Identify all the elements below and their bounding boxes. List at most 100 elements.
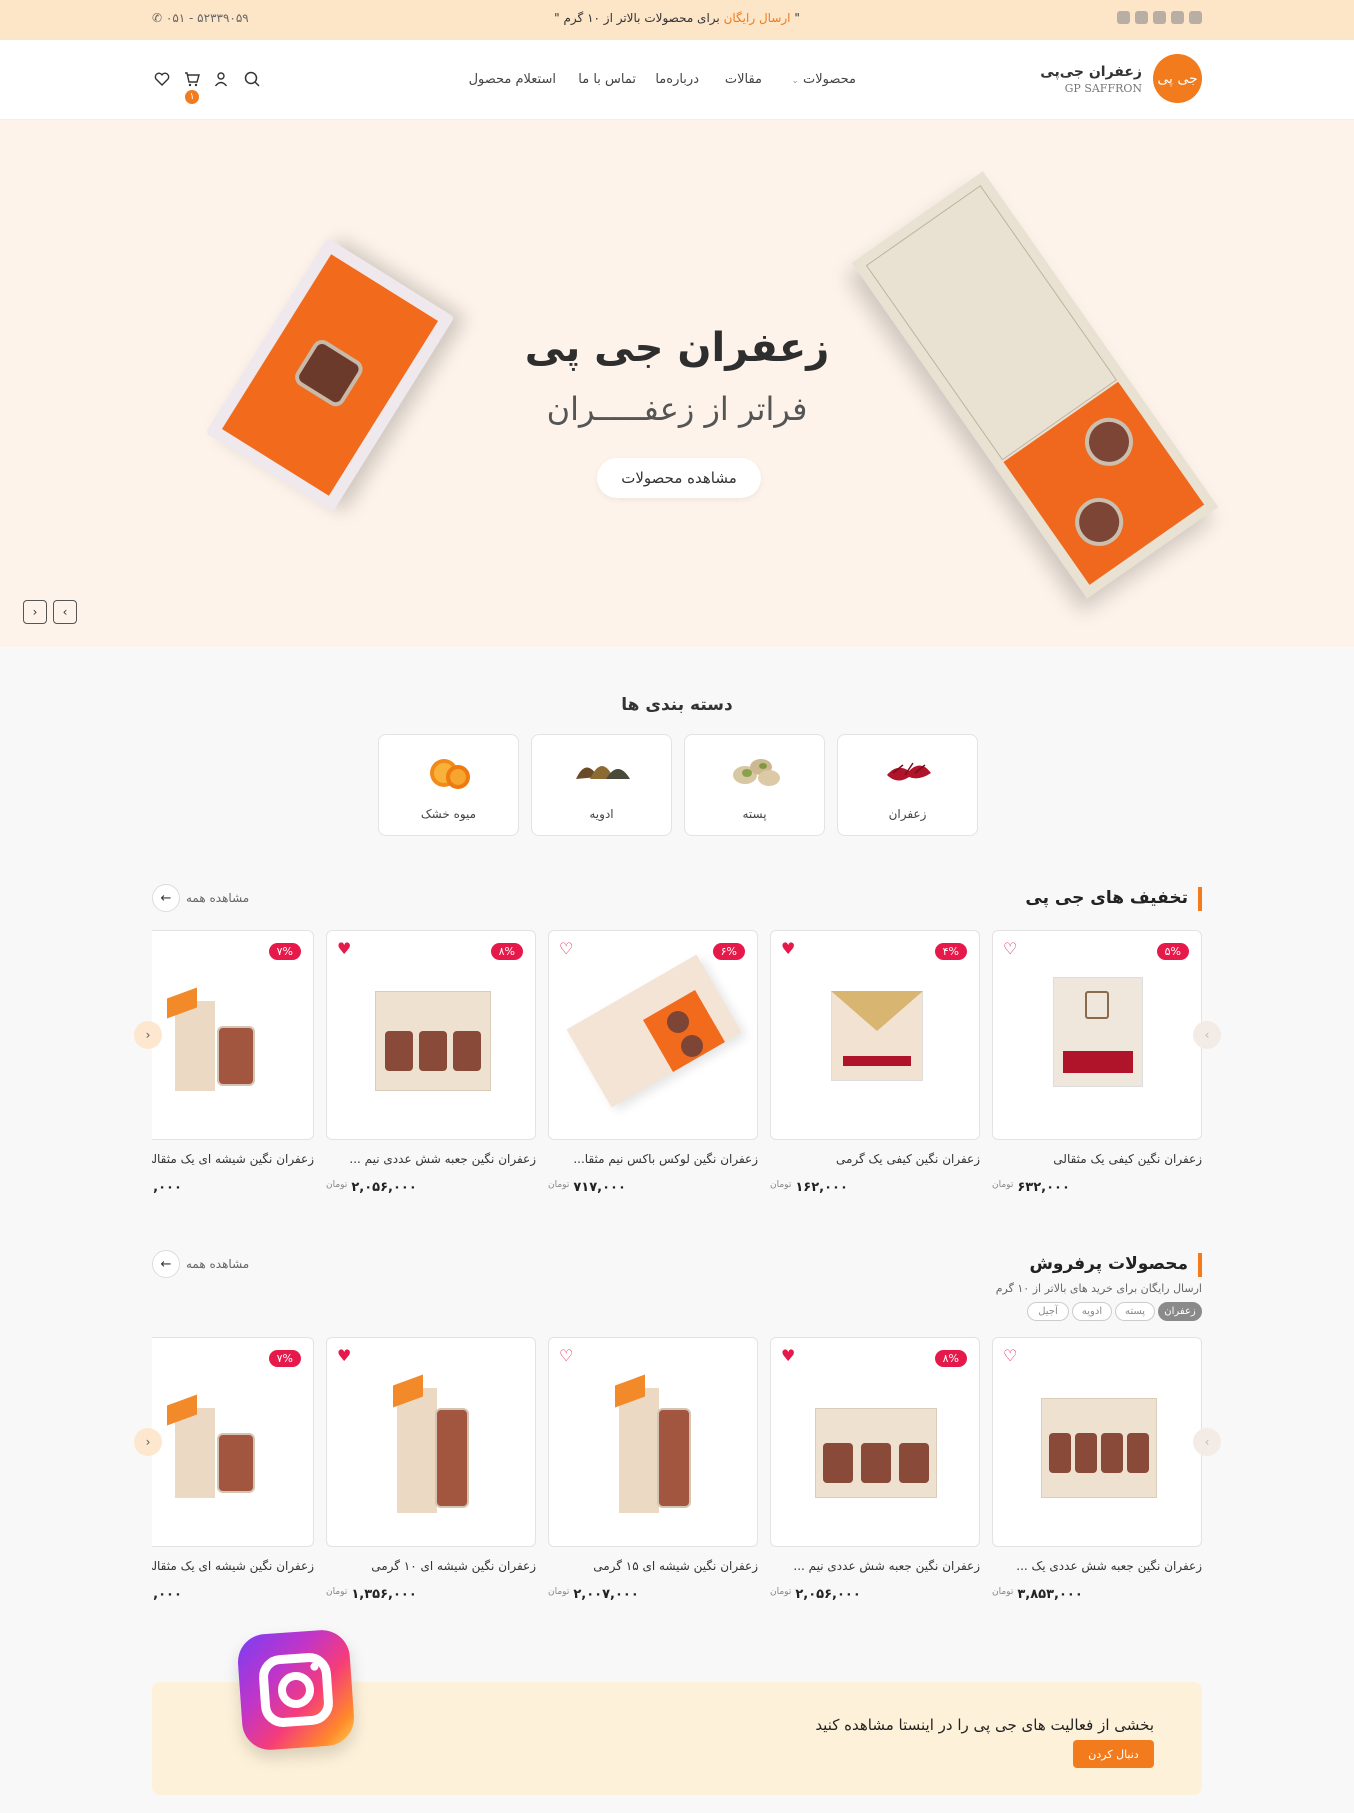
- chevron-right-icon: ›: [62, 605, 68, 619]
- cart-count-badge: ۱: [185, 90, 199, 104]
- product-name[interactable]: زعفران نگین شیشه ای ۱۰ گرمی: [326, 1559, 536, 1573]
- product-card[interactable]: ۸% ♥ زعفران نگین جعبه شش عددی نیم ... ۲,…: [770, 1337, 980, 1602]
- wishlist-heart-icon[interactable]: ♥: [781, 1348, 795, 1364]
- discount-badge: ۸%: [934, 1350, 967, 1367]
- wishlist-heart-icon[interactable]: ♡: [1003, 1348, 1017, 1364]
- chevron-right-icon: ›: [1204, 1435, 1210, 1449]
- discounts-header: تخفیف های جی پی ← مشاهده همه: [152, 884, 1202, 913]
- bestsellers-carousel: ♡ زعفران نگین جعبه شش عددی یک ... ۳,۸۵۳,…: [152, 1337, 1202, 1617]
- heart-icon[interactable]: [153, 70, 171, 88]
- product-card[interactable]: ♡ زعفران نگین شیشه ای ۱۵ گرمی ۲,۰۰۷,۰۰۰ ت…: [548, 1337, 758, 1602]
- category-label: ادویه: [589, 807, 614, 821]
- user-icon[interactable]: [212, 70, 230, 88]
- product-card[interactable]: ۷% زعفران نگین شیشه ای یک مثقالی ۶۵۱,۰۰۰…: [152, 1337, 314, 1602]
- phone-number[interactable]: ✆ ۰۵۱ - ۵۲۳۳۹۰۵۹: [152, 11, 249, 25]
- product-card[interactable]: ۷% زعفران نگین شیشه ای یک مثقالی ۶۵۱,۰۰۰…: [152, 930, 314, 1195]
- wishlist-heart-icon[interactable]: ♥: [781, 941, 795, 957]
- promo-highlight: ارسال رایگان: [723, 11, 791, 25]
- product-name[interactable]: زعفران نگین کیفی یک مثقالی: [992, 1152, 1202, 1166]
- view-products-button[interactable]: مشاهده محصولات: [597, 458, 761, 498]
- product-name[interactable]: زعفران نگین جعبه شش عددی نیم ...: [326, 1152, 536, 1166]
- discount-badge: ۷%: [268, 943, 301, 960]
- quote: ": [794, 11, 800, 25]
- product-image: ۸% ♥: [770, 1337, 980, 1547]
- wishlist-heart-icon[interactable]: ♥: [337, 941, 351, 957]
- carousel-next-button[interactable]: ›: [1193, 1428, 1221, 1456]
- filter-chip-pistachio[interactable]: پسته: [1115, 1302, 1155, 1321]
- section-accent-bar: [1198, 887, 1202, 911]
- carousel-next-button[interactable]: ›: [1193, 1021, 1221, 1049]
- chevron-right-icon: ›: [1204, 1028, 1210, 1042]
- wishlist-heart-icon[interactable]: ♡: [559, 941, 573, 957]
- price-value: ۲,۰۵۶,۰۰۰: [351, 1180, 417, 1195]
- product-name[interactable]: زعفران نگین جعبه شش عددی یک ...: [992, 1559, 1202, 1573]
- arrow-left-icon: ←: [152, 1250, 180, 1278]
- category-saffron[interactable]: زعفران: [837, 734, 978, 836]
- wishlist-heart-icon[interactable]: ♡: [1003, 941, 1017, 957]
- view-all-label: مشاهده همه: [186, 891, 250, 905]
- price-value: ۶۵۱,۰۰۰: [152, 1180, 182, 1195]
- nav-about[interactable]: درباره‌ما: [655, 72, 699, 87]
- nav-articles[interactable]: مقالات: [725, 72, 762, 87]
- discounts-carousel: ۵% ♡ زعفران نگین کیفی یک مثقالی ۶۳۲,۰۰۰ ت…: [152, 930, 1202, 1210]
- product-card[interactable]: ♡ زعفران نگین جعبه شش عددی یک ... ۳,۸۵۳,…: [992, 1337, 1202, 1602]
- carousel-prev-button[interactable]: ‹: [134, 1428, 162, 1456]
- product-name[interactable]: زعفران نگین شیشه ای ۱۵ گرمی: [548, 1559, 758, 1573]
- carousel-prev-button[interactable]: ‹: [134, 1021, 162, 1049]
- cart-icon[interactable]: [183, 70, 201, 88]
- view-all-link[interactable]: ← مشاهده همه: [152, 884, 249, 912]
- nav-products[interactable]: محصولات ⌄: [791, 72, 856, 87]
- product-card[interactable]: ۶% ♡ زعفران نگین لوکس باکس نیم مثقا... ۷…: [548, 930, 758, 1195]
- product-name[interactable]: زعفران نگین شیشه ای یک مثقالی: [152, 1152, 314, 1166]
- hero-subtitle: فراتر از زعفـــــران: [546, 390, 808, 428]
- brand-name: زعفران جی‌پی: [1040, 64, 1142, 80]
- filter-chip-spices[interactable]: ادویه: [1072, 1302, 1112, 1321]
- product-card[interactable]: ۵% ♡ زعفران نگین کیفی یک مثقالی ۶۳۲,۰۰۰ ت…: [992, 930, 1202, 1195]
- nav-inquiry[interactable]: استعلام محصول: [469, 72, 556, 87]
- chevron-left-icon: ‹: [32, 605, 38, 619]
- product-price: ۶۳۲,۰۰۰ تومان: [992, 1180, 1202, 1195]
- currency-label: تومان: [992, 1180, 1014, 1190]
- view-all-link[interactable]: ← مشاهده همه: [152, 1250, 249, 1278]
- dried-fruit-image: [430, 759, 470, 789]
- product-price: ۳,۸۵۳,۰۰۰ تومان: [992, 1587, 1202, 1602]
- search-icon[interactable]: [243, 70, 261, 88]
- product-image: ♡: [548, 1337, 758, 1547]
- product-card[interactable]: ۴% ♥ زعفران نگین کیفی یک گرمی ۱۶۲,۰۰۰ توم…: [770, 930, 980, 1195]
- discount-badge: ۴%: [934, 943, 967, 960]
- follow-button[interactable]: دنبال کردن: [1073, 1740, 1154, 1768]
- product-name[interactable]: زعفران نگین جعبه شش عددی نیم ...: [770, 1559, 980, 1573]
- quote: ": [554, 11, 560, 25]
- wishlist-heart-icon[interactable]: ♥: [337, 1348, 351, 1364]
- slider-next-button[interactable]: ›: [53, 600, 77, 624]
- product-name[interactable]: زعفران نگین شیشه ای یک مثقالی: [152, 1559, 314, 1573]
- chevron-left-icon: ‹: [145, 1435, 151, 1449]
- product-image: ۵% ♡: [992, 930, 1202, 1140]
- filter-chip-nuts[interactable]: آجیل: [1027, 1302, 1069, 1321]
- category-pistachio[interactable]: پسته: [684, 734, 825, 836]
- product-image: ۴% ♥: [770, 930, 980, 1140]
- product-price: ۲,۰۵۶,۰۰۰ تومان: [326, 1180, 536, 1195]
- slider-prev-button[interactable]: ‹: [23, 600, 47, 624]
- product-card[interactable]: ♥ زعفران نگین شیشه ای ۱۰ گرمی ۱,۳۵۶,۰۰۰ ت…: [326, 1337, 536, 1602]
- price-value: ۱,۳۵۶,۰۰۰: [351, 1587, 417, 1602]
- product-image: ۷%: [152, 1337, 314, 1547]
- category-label: زعفران: [888, 807, 927, 821]
- category-dried-fruit[interactable]: میوه خشک: [378, 734, 519, 836]
- product-name[interactable]: زعفران نگین کیفی یک گرمی: [770, 1152, 980, 1166]
- wishlist-heart-icon[interactable]: ♡: [559, 1348, 573, 1364]
- nav-contact[interactable]: تماس با ما: [578, 72, 636, 87]
- logo[interactable]: جی پی: [1153, 54, 1202, 103]
- price-value: ۲,۰۰۷,۰۰۰: [573, 1587, 639, 1602]
- currency-label: تومان: [326, 1587, 348, 1597]
- product-card[interactable]: ۸% ♥ زعفران نگین جعبه شش عددی نیم ... ۲,…: [326, 930, 536, 1195]
- hero-slider: زعفران جی پی فراتر از زعفـــــران مشاهده…: [0, 120, 1354, 647]
- category-spices[interactable]: ادویه: [531, 734, 672, 836]
- currency-label: تومان: [548, 1587, 570, 1597]
- product-name[interactable]: زعفران نگین لوکس باکس نیم مثقا...: [548, 1152, 758, 1166]
- currency-label: تومان: [770, 1180, 792, 1190]
- filter-chip-saffron[interactable]: زعفران: [1158, 1302, 1202, 1321]
- product-price: ۶۵۱,۰۰۰تومان: [152, 1587, 314, 1602]
- section-subtitle: ارسال رایگان برای خرید های بالاتر از ۱۰ …: [995, 1282, 1202, 1295]
- currency-label: تومان: [326, 1180, 348, 1190]
